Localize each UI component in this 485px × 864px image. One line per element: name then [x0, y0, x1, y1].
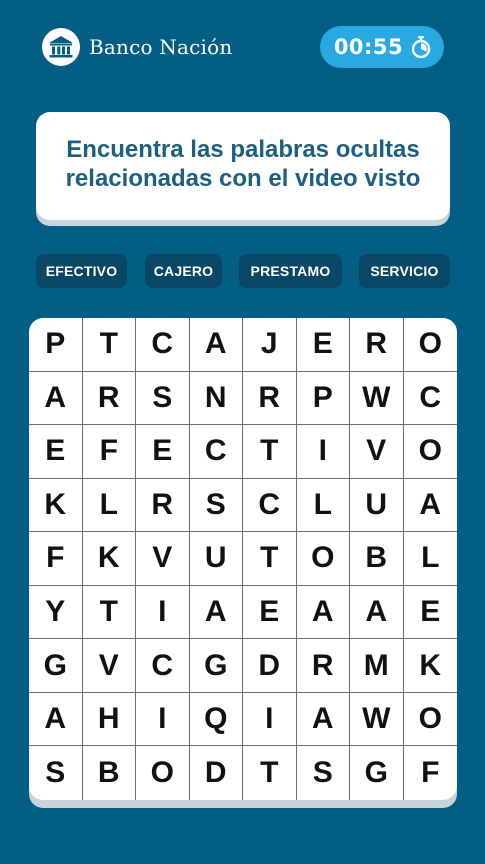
instruction-card: Encuentra las palabras ocultas relaciona… — [36, 112, 450, 220]
instruction-line-2: relacionadas con el video visto — [65, 165, 421, 192]
word-chip-prestamo: PRESTAMO — [239, 254, 342, 288]
grid-cell[interactable]: C — [243, 478, 297, 533]
grid-cell[interactable]: F — [29, 532, 83, 586]
grid-cell[interactable]: D — [190, 746, 243, 800]
grid-cell[interactable]: I — [296, 425, 350, 479]
grid-cell[interactable]: T — [243, 746, 297, 800]
grid-cell[interactable]: P — [296, 371, 350, 426]
grid-cell[interactable]: V — [350, 425, 404, 479]
grid-cell[interactable]: H — [82, 692, 136, 747]
grid-cell[interactable]: E — [29, 425, 83, 479]
grid-cell[interactable]: F — [82, 425, 136, 479]
grid-cell[interactable]: T — [82, 585, 136, 640]
grid-cell[interactable]: T — [243, 425, 297, 479]
grid-cell[interactable]: T — [82, 318, 136, 372]
grid-cell[interactable]: J — [243, 318, 297, 372]
grid-cell[interactable]: S — [136, 371, 190, 426]
grid-cell[interactable]: L — [296, 478, 350, 533]
grid-cell[interactable]: A — [296, 585, 350, 640]
grid-cell[interactable]: C — [136, 639, 190, 693]
grid-cell[interactable]: F — [404, 746, 458, 800]
grid-cell[interactable]: L — [82, 478, 136, 533]
grid-cell[interactable]: B — [83, 746, 136, 800]
header: Banco Nación 00:55 — [0, 0, 485, 90]
stopwatch-icon — [410, 35, 432, 59]
grid-cell[interactable]: A — [29, 371, 83, 426]
grid-cell[interactable]: K — [403, 639, 457, 693]
grid-cell[interactable]: N — [189, 371, 243, 426]
grid-cell[interactable]: C — [189, 425, 243, 479]
countdown-timer: 00:55 — [320, 26, 444, 68]
grid-cell[interactable]: O — [403, 693, 457, 747]
grid-cell[interactable]: A — [403, 479, 457, 533]
grid-cell[interactable]: O — [296, 532, 350, 586]
grid-cell[interactable]: A — [296, 692, 350, 747]
word-chip-efectivo: EFECTIVO — [36, 254, 127, 288]
grid-cell[interactable]: L — [403, 532, 457, 586]
grid-cell[interactable]: A — [29, 692, 83, 747]
word-chip-cajero: CAJERO — [145, 254, 222, 288]
grid-cell[interactable]: O — [403, 425, 457, 479]
grid-cell[interactable]: C — [136, 318, 190, 372]
grid-cell[interactable]: D — [243, 639, 297, 693]
grid-cell[interactable]: A — [350, 585, 404, 640]
grid-cell[interactable]: M — [350, 639, 404, 693]
grid-cell[interactable]: R — [243, 371, 297, 426]
grid-cell[interactable]: K — [82, 532, 136, 586]
grid-cell[interactable]: I — [136, 585, 190, 640]
grid-cell[interactable]: O — [136, 746, 190, 800]
brand-logo: Banco Nación — [42, 28, 232, 66]
grid-cell[interactable]: I — [243, 692, 297, 747]
word-list: EFECTIVO CAJERO PRESTAMO SERVICIO — [0, 254, 485, 288]
grid-cell[interactable]: E — [296, 318, 350, 372]
brand-name: Banco Nación — [89, 35, 233, 59]
grid-cell[interactable]: A — [189, 318, 243, 372]
grid-cell[interactable]: G — [350, 746, 404, 800]
grid-cell[interactable]: V — [82, 639, 136, 693]
word-chip-servicio: SERVICIO — [359, 254, 450, 288]
grid-cell[interactable]: E — [403, 586, 457, 640]
grid-cell[interactable]: B — [350, 532, 404, 586]
grid-cell[interactable]: C — [403, 372, 457, 426]
grid-cell[interactable]: W — [350, 692, 404, 747]
instruction-line-1: Encuentra las palabras ocultas — [66, 136, 420, 163]
grid-cell[interactable]: R — [350, 318, 404, 372]
grid-cell[interactable]: R — [296, 639, 350, 693]
grid-cell[interactable]: V — [136, 532, 190, 586]
grid-cell[interactable]: P — [29, 318, 83, 372]
timer-value: 00:55 — [333, 35, 404, 59]
grid-cell[interactable]: G — [29, 639, 83, 693]
grid-cell[interactable]: O — [403, 318, 457, 372]
grid-cell[interactable]: R — [82, 371, 136, 426]
grid-cell[interactable]: E — [243, 585, 297, 640]
grid-cell[interactable]: U — [189, 532, 243, 586]
grid-cell[interactable]: K — [29, 478, 83, 533]
grid-cell[interactable]: S — [29, 746, 83, 800]
grid-cell[interactable]: S — [297, 746, 350, 800]
grid-cell[interactable]: T — [243, 532, 297, 586]
word-search-grid: PTCAJEROARSNRPWCEFECTIVOKLRSCLUAFKVUTOBL… — [29, 318, 457, 800]
grid-cell[interactable]: U — [350, 478, 404, 533]
grid-cell[interactable]: Y — [29, 585, 83, 640]
grid-cell[interactable]: W — [350, 371, 404, 426]
grid-cell[interactable]: R — [136, 478, 190, 533]
grid-cell[interactable]: A — [189, 585, 243, 640]
grid-cell[interactable]: G — [189, 639, 243, 693]
grid-cell[interactable]: S — [189, 478, 243, 533]
instruction-text: Encuentra las palabras ocultas relaciona… — [43, 135, 443, 193]
bank-building-icon — [42, 28, 80, 66]
grid-cell[interactable]: I — [136, 692, 190, 747]
grid-cell[interactable]: E — [136, 425, 190, 479]
grid-cell[interactable]: Q — [189, 692, 243, 747]
